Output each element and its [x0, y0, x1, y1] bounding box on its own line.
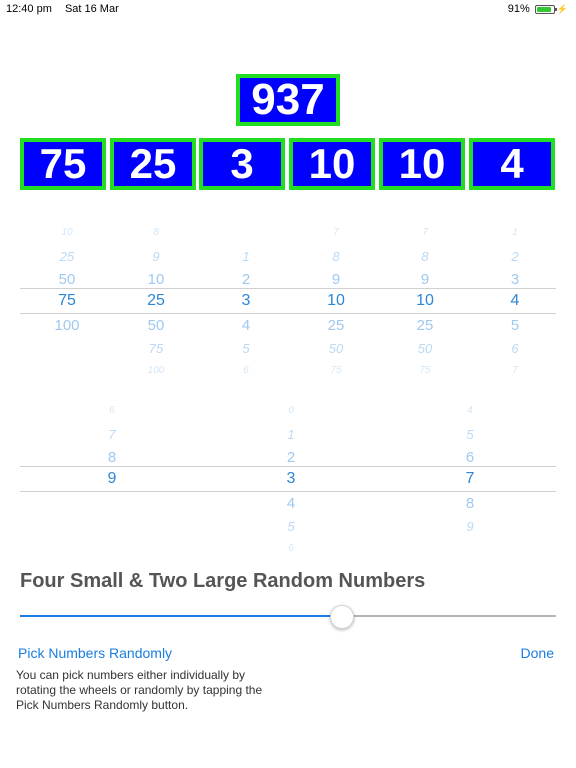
wheel-option[interactable]: 9 [296, 271, 376, 288]
battery-icon [534, 4, 557, 14]
wheel-option[interactable]: 50 [385, 341, 465, 356]
wheel-option[interactable]: 25 [385, 317, 465, 334]
wheel-option[interactable]: 2 [206, 271, 286, 288]
wheel-option[interactable]: 75 [296, 365, 376, 376]
wheel-selected-value[interactable]: 3 [251, 470, 331, 488]
wheel-option[interactable]: 100 [116, 365, 196, 376]
wheel-option[interactable]: 5 [430, 427, 510, 442]
wheel-option[interactable]: 5 [206, 341, 286, 356]
wheel-option[interactable]: 100 [27, 317, 107, 334]
settings-title: Four Small & Two Large Random Numbers [20, 570, 426, 592]
wheel-selected-value[interactable]: 9 [72, 470, 152, 488]
pick-numbers-randomly-button[interactable]: Pick Numbers Randomly [18, 645, 172, 661]
status-bar: 12:40 pm Sat 16 Mar 91% ⚡ [0, 0, 576, 20]
status-date: Sat 16 Mar [64, 3, 119, 15]
done-button[interactable]: Done [521, 645, 554, 661]
wheel-option[interactable]: 2 [251, 449, 331, 466]
status-right: 91% ⚡ [508, 3, 568, 15]
wheel-option[interactable]: 8 [385, 249, 465, 264]
wheel-option[interactable]: 1 [206, 249, 286, 264]
wheel-option[interactable]: 6 [72, 405, 152, 416]
wheel-selected-value[interactable]: 25 [116, 292, 196, 310]
target-selection-line-top [20, 466, 556, 467]
wheel-selected-value[interactable]: 4 [475, 292, 555, 310]
wheel-option[interactable]: 1 [251, 427, 331, 442]
picker-selection-line-bottom [20, 313, 556, 314]
number-tile-4: 10 [289, 138, 375, 190]
wheel-selected-value[interactable]: 10 [385, 292, 465, 310]
wheel-option[interactable]: 1 [475, 227, 555, 238]
charging-bolt-icon: ⚡ [556, 3, 568, 14]
wheel-option[interactable]: 6 [251, 543, 331, 554]
picker-selection-line-top [20, 288, 556, 289]
wheel-option[interactable]: 6 [430, 449, 510, 466]
wheel-option[interactable]: 9 [430, 519, 510, 534]
wheel-option[interactable]: 3 [475, 271, 555, 288]
wheel-selected-value[interactable]: 10 [296, 292, 376, 310]
battery-percent: 91% [507, 3, 530, 15]
wheel-option[interactable]: 6 [206, 365, 286, 376]
number-tile-1: 75 [20, 138, 106, 190]
help-description: You can pick numbers either individually… [16, 668, 263, 712]
number-tile-6: 4 [469, 138, 555, 190]
wheel-option[interactable]: 10 [27, 227, 107, 238]
wheel-option[interactable]: 9 [385, 271, 465, 288]
wheel-option[interactable]: 7 [475, 365, 555, 376]
wheel-option[interactable]: 4 [430, 405, 510, 416]
wheel-selected-value[interactable]: 3 [206, 292, 286, 310]
battery-fill [536, 6, 552, 12]
wheel-option[interactable]: 75 [116, 341, 196, 356]
status-time: 12:40 pm [6, 3, 52, 15]
wheel-option[interactable]: 25 [296, 317, 376, 334]
wheel-option[interactable]: 7 [296, 227, 376, 238]
wheel-option[interactable]: 8 [430, 495, 510, 512]
target-selection-line-bottom [20, 491, 556, 492]
target-number-tile: 937 [236, 74, 340, 126]
wheel-option[interactable]: 2 [475, 249, 555, 264]
number-tile-5: 10 [379, 138, 465, 190]
wheel-selected-value[interactable]: 75 [27, 292, 107, 310]
wheel-selected-value[interactable]: 7 [430, 470, 510, 488]
wheel-option[interactable]: 9 [116, 249, 196, 264]
wheel-option[interactable]: 8 [296, 249, 376, 264]
wheel-option[interactable]: 4 [206, 317, 286, 334]
wheel-option[interactable]: 25 [27, 249, 107, 264]
number-tile-2: 25 [110, 138, 196, 190]
number-mix-slider[interactable] [20, 605, 556, 629]
wheel-option[interactable]: 50 [116, 317, 196, 334]
wheel-option[interactable]: 7 [385, 227, 465, 238]
slider-thumb[interactable] [329, 605, 354, 629]
wheel-option[interactable]: 4 [251, 495, 331, 512]
wheel-option[interactable]: 50 [296, 341, 376, 356]
wheel-option[interactable]: 6 [475, 341, 555, 356]
wheel-option[interactable]: 5 [475, 317, 555, 334]
wheel-option[interactable]: 0 [251, 405, 331, 416]
status-left: 12:40 pm Sat 16 Mar [6, 3, 129, 15]
wheel-option[interactable]: 75 [385, 365, 465, 376]
wheel-option[interactable]: 8 [72, 449, 152, 466]
wheel-option[interactable]: 8 [116, 227, 196, 238]
number-tile-3: 3 [199, 138, 285, 190]
slider-fill [20, 615, 342, 617]
wheel-option[interactable]: 7 [72, 427, 152, 442]
wheel-option[interactable]: 10 [116, 271, 196, 288]
wheel-option[interactable]: 5 [251, 519, 331, 534]
wheel-option[interactable]: 50 [27, 271, 107, 288]
